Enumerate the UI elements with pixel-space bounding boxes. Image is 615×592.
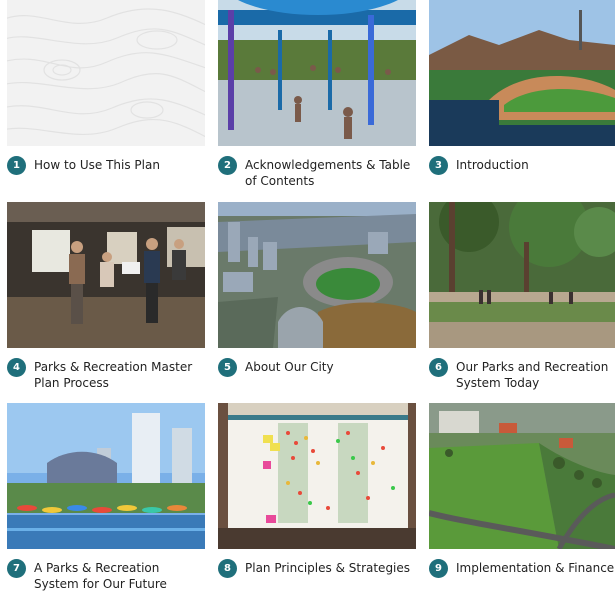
section-card-introduction[interactable]: 3 Introduction <box>429 0 615 175</box>
section-title: Our Parks and Recreation System Today <box>456 360 609 390</box>
aerial-park-photo-thumbnail[interactable] <box>429 403 615 549</box>
section-title: A Parks & Recreation System for Our Futu… <box>34 561 167 591</box>
section-number-badge: 6 <box>429 358 448 377</box>
section-title: About Our City <box>245 360 334 374</box>
section-number-badge: 9 <box>429 559 448 578</box>
aerial-city-photo-thumbnail[interactable] <box>218 202 416 348</box>
public-meeting-photo-thumbnail[interactable] <box>7 202 205 348</box>
section-card-how-to-use[interactable]: 1 How to Use This Plan <box>7 0 205 175</box>
section-card-parks-system-today[interactable]: 6 Our Parks and Recreation System Today <box>429 202 615 391</box>
section-title: Introduction <box>456 158 529 172</box>
future-city-rendering-thumbnail[interactable] <box>7 403 205 549</box>
section-card-implementation-finance[interactable]: 9 Implementation & Finance <box>429 403 615 578</box>
topographic-pattern-thumbnail[interactable] <box>7 0 205 146</box>
section-title: Parks & Recreation Master Plan Process <box>34 360 193 390</box>
section-number-badge: 1 <box>7 156 26 175</box>
park-photo-thumbnail[interactable] <box>429 202 615 348</box>
ballpark-photo-thumbnail[interactable] <box>429 0 615 146</box>
section-card-acknowledgements[interactable]: 2 Acknowledgements & Table of Contents <box>218 0 416 189</box>
section-title: Implementation & Finance <box>456 561 615 575</box>
section-number-badge: 2 <box>218 156 237 175</box>
section-number-badge: 8 <box>218 559 237 578</box>
section-card-grid: 1 How to Use This Plan 2 Acknowledgement… <box>0 0 615 591</box>
section-card-principles-strategies[interactable]: 8 Plan Principles & Strategies <box>218 403 416 578</box>
section-title: How to Use This Plan <box>34 158 160 172</box>
section-number-badge: 7 <box>7 559 26 578</box>
section-title: Plan Principles & Strategies <box>245 561 411 575</box>
splash-pad-photo-thumbnail[interactable] <box>218 0 416 146</box>
section-card-about-our-city[interactable]: 5 About Our City <box>218 202 416 377</box>
section-number-badge: 3 <box>429 156 448 175</box>
dot-voting-board-photo-thumbnail[interactable] <box>218 403 416 549</box>
section-card-master-plan-process[interactable]: 4 Parks & Recreation Master Plan Process <box>7 202 205 391</box>
section-card-future-system[interactable]: 7 A Parks & Recreation System for Our Fu… <box>7 403 205 592</box>
section-title: Acknowledgements & Table of Contents <box>245 158 411 188</box>
section-number-badge: 5 <box>218 358 237 377</box>
section-number-badge: 4 <box>7 358 26 377</box>
